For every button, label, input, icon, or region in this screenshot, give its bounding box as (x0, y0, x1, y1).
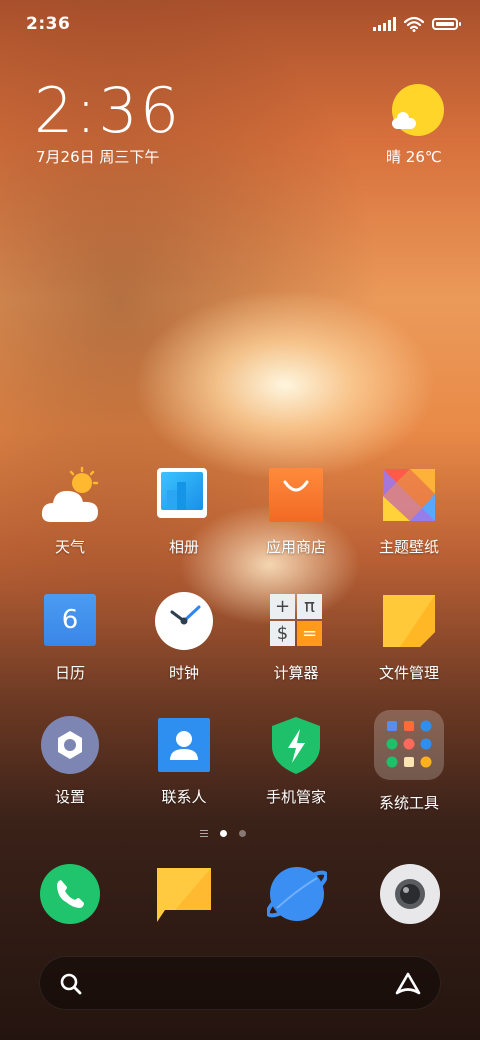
clock-widget-time[interactable]: 2:36 (34, 74, 181, 147)
app-calculator[interactable]: + π $ = 计算器 (241, 592, 351, 683)
app-label: 手机管家 (265, 788, 326, 806)
app-label: 天气 (54, 538, 85, 556)
dock-messages[interactable] (155, 866, 213, 924)
phone-icon (40, 864, 100, 924)
weather-condition: 晴 (386, 148, 402, 166)
calendar-day: 6 (44, 594, 96, 646)
status-bar-icons (373, 14, 461, 34)
calc-key: $ (270, 621, 295, 646)
page-dot (239, 830, 246, 837)
weather-temperature: 26℃ (405, 148, 442, 166)
camera-icon (380, 864, 440, 924)
search-bar[interactable] (39, 956, 441, 1010)
security-shield-icon (267, 716, 325, 774)
app-settings[interactable]: 设置 (15, 716, 125, 807)
messages-icon (157, 868, 211, 922)
browser-icon (265, 867, 329, 921)
app-store-icon (267, 466, 325, 524)
clock-widget-date[interactable]: 7月26日 周三下午 (36, 146, 159, 167)
battery-icon (432, 18, 461, 30)
file-manager-icon (380, 592, 438, 650)
weather-app-icon (41, 466, 99, 524)
page-indicator[interactable] (200, 830, 246, 837)
app-label: 日历 (54, 664, 85, 682)
search-icon (60, 973, 82, 995)
clock-icon (155, 592, 213, 650)
settings-icon (41, 716, 99, 774)
dock-phone[interactable] (40, 864, 100, 924)
calc-key: π (297, 594, 322, 619)
themes-icon (380, 466, 438, 524)
wifi-icon (404, 16, 424, 32)
app-label: 应用商店 (265, 538, 326, 556)
page-dot-active (220, 830, 227, 837)
app-label: 主题壁纸 (378, 538, 439, 556)
app-label: 相册 (168, 538, 199, 556)
app-label: 时钟 (168, 664, 199, 682)
list-view-icon (200, 830, 208, 837)
app-label: 联系人 (161, 788, 207, 806)
app-label: 系统工具 (378, 794, 439, 812)
app-contacts[interactable]: 联系人 (129, 716, 239, 807)
calc-key: = (297, 621, 322, 646)
app-label: 计算器 (273, 664, 319, 682)
calc-key: + (270, 594, 295, 619)
calendar-icon: 6 (41, 592, 99, 650)
weather-text[interactable]: 晴 26℃ (386, 146, 442, 167)
app-themes[interactable]: 主题壁纸 (354, 466, 464, 557)
gallery-icon (155, 466, 213, 524)
signal-icon (373, 17, 396, 31)
status-bar-time: 2:36 (26, 14, 71, 34)
dock-browser[interactable] (265, 864, 329, 924)
weather-cloud-icon (392, 112, 418, 130)
calculator-icon: + π $ = (267, 592, 325, 650)
app-label: 设置 (54, 788, 85, 806)
app-security[interactable]: 手机管家 (241, 716, 351, 807)
app-weather[interactable]: 天气 (15, 466, 125, 557)
app-label: 文件管理 (378, 664, 439, 682)
dock-camera[interactable] (380, 864, 440, 924)
app-calendar[interactable]: 6 日历 (15, 592, 125, 683)
folder-system-tools[interactable]: 系统工具 (354, 710, 464, 813)
folder-icon (374, 710, 444, 780)
contacts-icon (155, 716, 213, 774)
app-store[interactable]: 应用商店 (241, 466, 351, 557)
app-file-manager[interactable]: 文件管理 (354, 592, 464, 683)
app-gallery[interactable]: 相册 (129, 466, 239, 557)
app-clock[interactable]: 时钟 (129, 592, 239, 683)
assistant-icon[interactable] (394, 971, 422, 997)
